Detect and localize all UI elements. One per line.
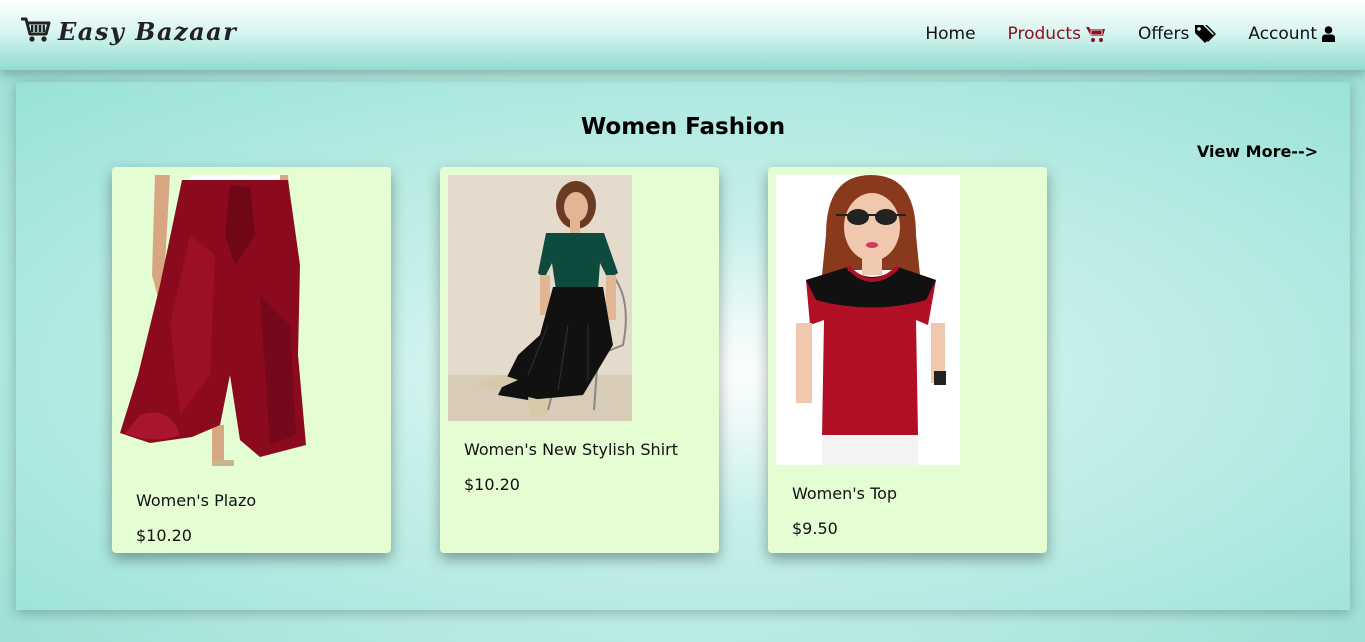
product-price: $9.50 (792, 519, 838, 538)
product-card[interactable]: Women's Plazo $10.20 (112, 167, 391, 553)
product-card[interactable]: Women's Top $9.50 (768, 167, 1047, 553)
nav-products[interactable]: Products (1008, 24, 1106, 44)
product-name: Women's New Stylish Shirt (464, 440, 678, 459)
nav-home[interactable]: Home (925, 24, 975, 44)
nav-account-label: Account (1248, 24, 1317, 44)
brand-logo[interactable]: Easy Bazaar (20, 14, 237, 48)
cart-icon (1085, 25, 1106, 43)
product-price: $10.20 (136, 526, 192, 545)
nav-home-label: Home (925, 24, 976, 44)
nav-products-label: Products (1007, 24, 1081, 44)
brand-name: Easy Bazaar (58, 16, 238, 46)
nav-account[interactable]: Account (1248, 24, 1335, 44)
product-image (120, 175, 320, 473)
shopping-cart-icon (20, 14, 52, 48)
view-more-link[interactable]: View More--> (1197, 142, 1318, 161)
product-card[interactable]: Women's New Stylish Shirt $10.20 (440, 167, 719, 553)
nav-offers[interactable]: Offers (1137, 24, 1217, 44)
product-price: $10.20 (464, 475, 520, 494)
user-icon (1322, 26, 1335, 42)
product-image (776, 175, 960, 465)
women-fashion-section: Women Fashion View More--> Women's Plazo… (16, 82, 1350, 610)
product-name: Women's Plazo (136, 491, 257, 510)
nav-offers-label: Offers (1137, 24, 1190, 44)
tags-icon (1194, 24, 1217, 44)
section-title: Women Fashion (580, 114, 786, 140)
product-name: Women's Top (792, 484, 898, 503)
main-nav: Home Products Offers Account (925, 24, 1335, 44)
product-image (448, 175, 632, 421)
top-navbar: Easy Bazaar Home Products Offers Account (0, 0, 1365, 70)
